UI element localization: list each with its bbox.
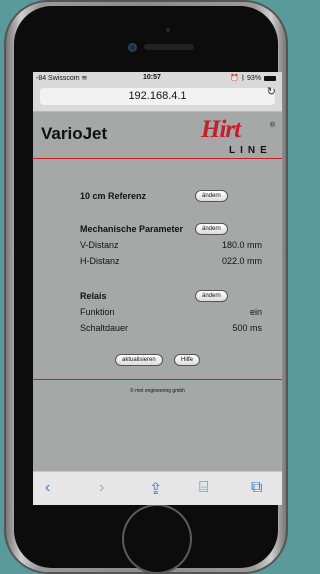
bluetooth-icon: ᛒ xyxy=(240,75,246,82)
phone-frame: -84 Swisscom ≋ 10:57 ⏰ ᛒ 93% 192.168.4.1… xyxy=(4,0,288,574)
referenz-change-button[interactable]: ändern xyxy=(195,190,228,202)
carrier-text: -84 Swisscom xyxy=(36,75,80,82)
battery-icon xyxy=(264,75,276,81)
phone-screen: -84 Swisscom ≋ 10:57 ⏰ ᛒ 93% 192.168.4.1… xyxy=(33,72,282,505)
safari-toolbar: ‹ › ⇪ ⌸ ⧉ xyxy=(33,471,282,505)
forward-icon[interactable]: › xyxy=(99,479,104,497)
carrier-label: -84 Swisscom ≋ xyxy=(36,74,87,82)
funktion-value: ein xyxy=(249,307,262,317)
v-distanz-value: 180.0 mm xyxy=(221,240,262,250)
bookmarks-icon[interactable]: ⌸ xyxy=(199,479,209,497)
copyright-text: © met engineering gmbh xyxy=(130,388,185,394)
page-header: VarioJet Hirt ® LINE xyxy=(33,112,282,170)
browser-url-bar: 192.168.4.1 ↻ xyxy=(33,85,282,112)
front-camera xyxy=(128,43,137,52)
alarm-icon: ⏰ xyxy=(230,75,239,82)
battery-percent: 93% xyxy=(247,75,262,82)
v-distanz-label: V-Distanz xyxy=(80,240,119,250)
home-button[interactable] xyxy=(122,504,192,574)
h-distanz-label: H-Distanz xyxy=(80,256,120,266)
page-title: VarioJet xyxy=(41,124,108,143)
section-title-relais: Relais xyxy=(80,291,107,301)
section-title-mechanik: Mechanische Parameter xyxy=(80,224,184,234)
reload-icon[interactable]: ↻ xyxy=(267,85,276,98)
mechanik-change-button[interactable]: ändern xyxy=(195,223,228,235)
share-icon[interactable]: ⇪ xyxy=(149,479,162,499)
header-divider xyxy=(33,158,282,159)
footer-divider xyxy=(33,379,282,380)
url-field[interactable]: 192.168.4.1 xyxy=(40,88,275,105)
logo-wordmark: Hirt xyxy=(201,116,241,143)
status-bar: -84 Swisscom ≋ 10:57 ⏰ ᛒ 93% xyxy=(33,72,282,85)
h-distanz-value: 022.0 mm xyxy=(221,256,262,266)
earpiece-speaker xyxy=(144,44,194,50)
logo-subtext: LINE xyxy=(229,145,272,156)
schaltdauer-value: 500 ms xyxy=(232,323,262,333)
funktion-label: Funktion xyxy=(80,307,115,317)
sensor-dot xyxy=(166,28,170,32)
hirt-line-logo: Hirt ® LINE xyxy=(199,116,275,159)
refresh-button[interactable]: aktualisieren xyxy=(115,354,163,366)
clock: 10:57 xyxy=(143,74,161,81)
section-title-referenz: 10 cm Referenz xyxy=(80,191,147,201)
status-right: ⏰ ᛒ 93% xyxy=(230,74,276,82)
help-button[interactable]: Hilfe xyxy=(174,354,201,366)
schaltdauer-label: Schaltdauer xyxy=(80,323,129,333)
wifi-icon: ≋ xyxy=(81,75,88,82)
back-icon[interactable]: ‹ xyxy=(45,479,50,497)
tabs-icon[interactable]: ⧉ xyxy=(251,479,262,497)
relais-change-button[interactable]: ändern xyxy=(195,290,228,302)
registered-mark: ® xyxy=(269,122,275,129)
